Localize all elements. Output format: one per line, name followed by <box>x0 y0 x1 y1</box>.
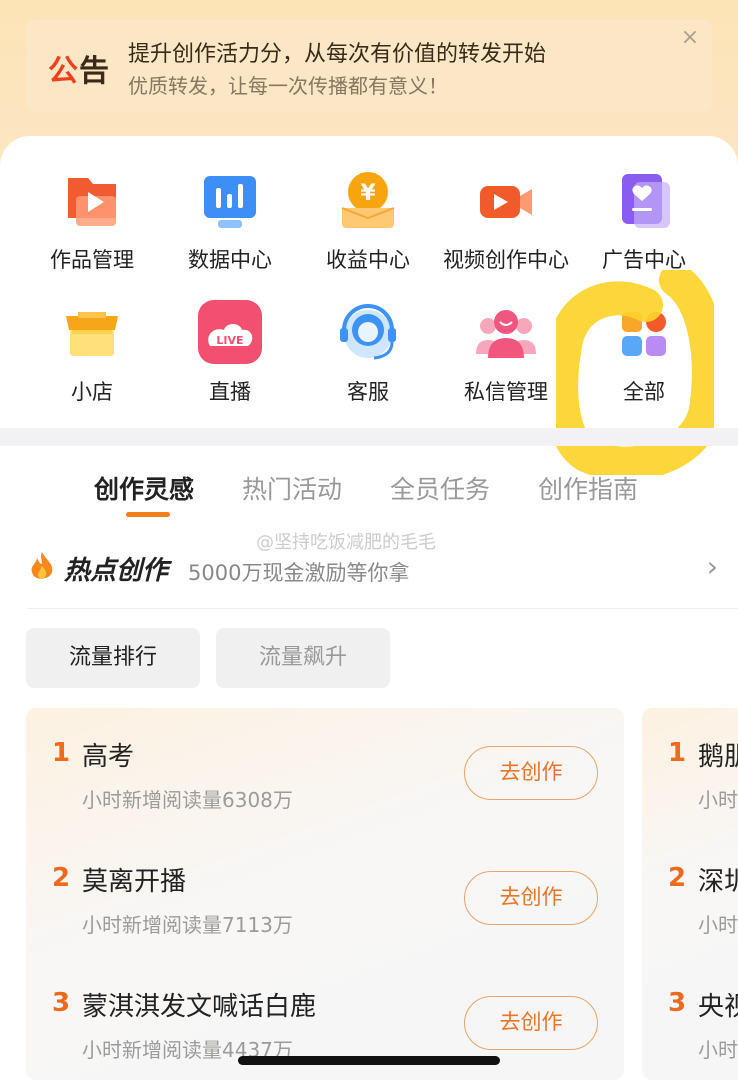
hot-topics-subtitle: 5000万现金激励等你拿 <box>188 561 410 585</box>
active-tab-indicator <box>126 512 170 517</box>
ad-heart-icon <box>610 168 678 236</box>
chip-traffic-ranking[interactable]: 流量排行 <box>26 628 200 688</box>
rank-topic-meta: 小时 <box>698 1038 738 1062</box>
all-grid-icon <box>610 300 678 368</box>
svg-text:¥: ¥ <box>360 181 376 206</box>
svg-text:LIVE: LIVE <box>216 334 243 347</box>
tool-label: 视频创作中心 <box>443 248 569 272</box>
yuan-coin-icon: ¥ <box>334 168 402 236</box>
section-divider <box>0 428 738 446</box>
shop-icon <box>58 300 126 368</box>
hot-topics-title: 热点创作 <box>64 556 169 586</box>
tool-label: 作品管理 <box>50 248 134 272</box>
tool-data-center[interactable]: 数据中心 <box>160 168 300 274</box>
flame-icon <box>31 552 53 579</box>
tool-label: 私信管理 <box>464 380 548 404</box>
create-button[interactable]: 去创作 <box>464 746 598 800</box>
announcement-banner[interactable]: 公告 提升创作活力分，从每次有价值的转发开始 优质转发，让每一次传播都有意义！ … <box>26 20 712 112</box>
tool-shop[interactable]: 小店 <box>22 300 162 406</box>
content-tabs: 创作灵感 热门活动 全员任务 创作指南 <box>0 470 738 520</box>
home-indicator[interactable] <box>238 1056 500 1065</box>
rank-number: 2 <box>52 863 71 893</box>
create-button[interactable]: 去创作 <box>464 996 598 1050</box>
chevron-right-icon[interactable]: › <box>707 550 718 583</box>
announcement-title: 提升创作活力分，从每次有价值的转发开始 <box>128 42 547 67</box>
rank-topic-meta: 小时新增阅读量6308万 <box>82 788 293 812</box>
announcement-subtitle: 优质转发，让每一次传播都有意义！ <box>128 74 448 98</box>
rank-topic-name[interactable]: 高考 <box>82 736 134 773</box>
tool-all[interactable]: 全部 <box>574 300 714 406</box>
announcement-badge-char-1: 公 <box>48 54 79 89</box>
tool-works[interactable]: 作品管理 <box>22 168 162 274</box>
announcement-badge: 公告 <box>48 46 110 90</box>
tool-label: 全部 <box>623 380 665 404</box>
close-icon[interactable]: × <box>678 26 702 50</box>
tab-creation-guide[interactable]: 创作指南 <box>538 470 638 506</box>
rank-topic-name[interactable]: 鹅肌 <box>698 736 738 773</box>
rank-number: 1 <box>668 738 687 768</box>
tool-label: 数据中心 <box>188 248 272 272</box>
rank-number: 3 <box>668 988 687 1018</box>
divider-line <box>28 608 738 609</box>
tool-label: 直播 <box>209 380 251 404</box>
ranking-card-next: 1 鹅肌 小时 2 深圳 小时 3 央视 小时 <box>642 708 738 1080</box>
rank-topic-meta: 小时新增阅读量7113万 <box>82 913 293 937</box>
rank-number: 1 <box>52 738 71 768</box>
rank-topic-name[interactable]: 蒙淇淇发文喊话白鹿 <box>82 986 316 1023</box>
rank-number: 2 <box>668 863 687 893</box>
rank-topic-meta: 小时 <box>698 788 738 812</box>
live-icon: LIVE <box>196 300 264 368</box>
rank-topic-name[interactable]: 央视 <box>698 986 738 1023</box>
works-icon <box>58 168 126 236</box>
tab-all-tasks[interactable]: 全员任务 <box>390 470 490 506</box>
chip-traffic-surge[interactable]: 流量飙升 <box>216 628 390 688</box>
data-chart-icon <box>196 168 264 236</box>
tool-message-management[interactable]: 私信管理 <box>436 300 576 406</box>
tool-label: 收益中心 <box>326 248 410 272</box>
tool-label: 小店 <box>71 380 113 404</box>
hot-topics-header[interactable]: 热点创作 5000万现金激励等你拿 › <box>28 548 718 588</box>
tool-ad-center[interactable]: 广告中心 <box>574 168 714 274</box>
ranking-card: 1 高考 小时新增阅读量6308万 去创作 2 莫离开播 小时新增阅读量7113… <box>26 708 624 1080</box>
video-camera-icon <box>472 168 540 236</box>
tab-inspiration[interactable]: 创作灵感 <box>94 470 194 506</box>
customer-service-icon <box>334 300 402 368</box>
rank-topic-name[interactable]: 深圳 <box>698 861 738 898</box>
rank-number: 3 <box>52 988 71 1018</box>
tool-video-creation[interactable]: 视频创作中心 <box>436 168 576 274</box>
tool-label: 客服 <box>347 380 389 404</box>
rank-topic-name[interactable]: 莫离开播 <box>82 861 186 898</box>
tool-label: 广告中心 <box>602 248 686 272</box>
rank-topic-meta: 小时 <box>698 913 738 937</box>
tool-live[interactable]: LIVE 直播 <box>160 300 300 406</box>
tool-customer-service[interactable]: 客服 <box>298 300 438 406</box>
tool-income-center[interactable]: ¥ 收益中心 <box>298 168 438 274</box>
create-button[interactable]: 去创作 <box>464 871 598 925</box>
announcement-badge-char-2: 告 <box>79 54 110 89</box>
tab-hot-events[interactable]: 热门活动 <box>242 470 342 506</box>
messages-icon <box>472 300 540 368</box>
